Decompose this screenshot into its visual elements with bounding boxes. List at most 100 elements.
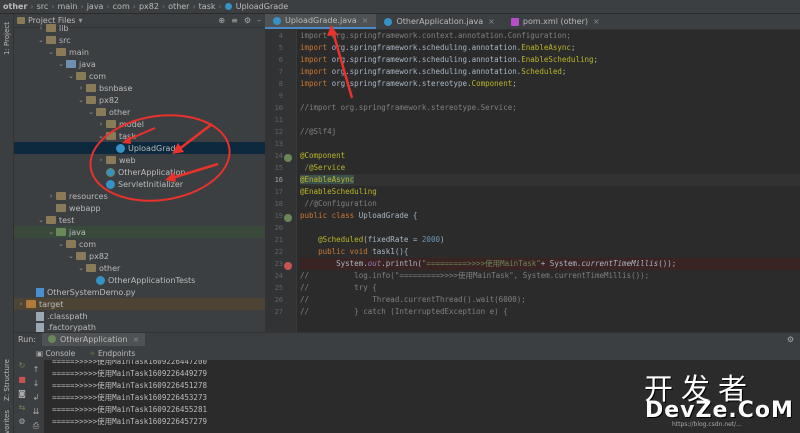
breadcrumb-item[interactable]: task <box>199 2 216 11</box>
code-line: @Scheduled(fixedRate = 2000) <box>300 234 800 246</box>
expand-arrow-icon[interactable]: › <box>96 156 106 164</box>
tree-node-java[interactable]: ⌄ java <box>14 226 265 238</box>
expand-arrow-icon[interactable]: › <box>76 84 86 92</box>
spring-bean-icon[interactable] <box>284 214 292 222</box>
up-icon[interactable]: ↑ <box>32 366 40 374</box>
tree-node-label: web <box>119 155 136 165</box>
wrap-icon[interactable]: ↲ <box>32 394 40 402</box>
breadcrumb-item[interactable]: other <box>168 2 189 11</box>
breadcrumb-item[interactable]: main <box>57 2 77 11</box>
breadcrumb-item[interactable]: other <box>3 2 27 11</box>
close-icon[interactable]: × <box>593 17 600 26</box>
expand-arrow-icon[interactable]: ⌄ <box>46 228 56 236</box>
expand-arrow-icon[interactable]: › <box>36 24 46 32</box>
tree-node-test[interactable]: ⌄ test <box>14 214 265 226</box>
expand-arrow-icon[interactable]: ⌄ <box>36 216 46 224</box>
gear-icon[interactable]: ⚙ <box>787 335 800 344</box>
breadcrumb-item[interactable]: com <box>113 2 130 11</box>
breakpoint-icon[interactable] <box>284 262 292 270</box>
stop-icon[interactable]: ■ <box>18 376 26 384</box>
expand-arrow-icon[interactable]: ⌄ <box>66 72 76 80</box>
close-icon[interactable]: × <box>488 17 495 26</box>
tree-node-web[interactable]: › web <box>14 154 265 166</box>
spring-bean-icon[interactable] <box>284 154 292 162</box>
ide-window: other › src › main › java › com › px82 › other › task ›… <box>0 0 800 433</box>
expand-arrow-icon[interactable]: ⌄ <box>46 48 56 56</box>
tree-node-target[interactable]: › target <box>14 298 265 310</box>
code-line: @EnableAsync <box>300 174 800 186</box>
editor-gutter[interactable]: 4 5 6 7 8 9 10 11 12 13 14 15 16 17 18 19 20 21 22 23 24 25 26… <box>265 30 297 332</box>
expand-arrow-icon[interactable]: › <box>16 300 26 308</box>
tree-node--factorypath[interactable]: .factorypath <box>14 321 265 332</box>
camera-icon[interactable]: ◙ <box>18 390 26 398</box>
code-line: import org.springframework.scheduling.an… <box>300 42 800 54</box>
tree-node-px82[interactable]: ⌄ px82 <box>14 250 265 262</box>
expand-arrow-icon[interactable]: ⌄ <box>76 96 86 104</box>
project-panel: Project Files ▾ ⊕ ≡ ⚙ – › lib ⌄ src ⌄ main ⌄ ja… <box>14 14 265 332</box>
tree-node-otherapplicationtests[interactable]: OtherApplicationTests <box>14 274 265 286</box>
folder-icon <box>56 192 66 200</box>
tab-uploadgrade-java[interactable]: UploadGrade.java × <box>265 14 377 29</box>
tree-node-uploadgrade[interactable]: UploadGrade <box>14 142 265 154</box>
tree-node-com[interactable]: ⌄ com <box>14 70 265 82</box>
tree-node-java[interactable]: ⌄ java <box>14 58 265 70</box>
tree-node-other[interactable]: ⌄ other <box>14 106 265 118</box>
breadcrumb-item[interactable]: px82 <box>139 2 159 11</box>
tree-node-px82[interactable]: ⌄ px82 <box>14 94 265 106</box>
expand-arrow-icon[interactable]: ⌄ <box>56 240 66 248</box>
tree-node-model[interactable]: › model <box>14 118 265 130</box>
code-line: import org.springframework.context.annot… <box>300 30 800 42</box>
run-config-tab[interactable]: OtherApplication × <box>42 332 146 347</box>
tab-label: OtherApplication.java <box>396 17 484 26</box>
tree-node-src[interactable]: ⌄ src <box>14 34 265 46</box>
expand-arrow-icon[interactable]: › <box>46 192 56 200</box>
close-icon[interactable]: × <box>362 16 369 25</box>
down-icon[interactable]: ↓ <box>32 380 40 388</box>
code-token: import <box>300 67 332 76</box>
tree-node-otherapplication[interactable]: OtherApplication <box>14 166 265 178</box>
tree-node-com[interactable]: ⌄ com <box>14 238 265 250</box>
expand-arrow-icon[interactable]: ⌄ <box>96 132 106 140</box>
tree-node-main[interactable]: ⌄ main <box>14 46 265 58</box>
expand-arrow-icon[interactable]: ⌄ <box>76 264 86 272</box>
run-config-name: OtherApplication <box>60 334 128 344</box>
favorites-tool-button[interactable]: Favorites <box>3 410 11 433</box>
tree-node-task[interactable]: ⌄ task <box>14 130 265 142</box>
breadcrumb-item[interactable]: java <box>87 2 104 11</box>
tab-otherapplication-java[interactable]: OtherApplication.java × <box>376 14 502 29</box>
watermark-url: https://blog.csdn.net/... <box>672 421 742 428</box>
structure-tool-button[interactable]: Z: Structure <box>3 359 11 401</box>
tree-node-label: other <box>99 263 121 273</box>
tree-node-other[interactable]: ⌄ other <box>14 262 265 274</box>
line-number: 17 <box>274 188 283 196</box>
tree-node-othersystemdemo-py[interactable]: OtherSystemDemo.py <box>14 286 265 298</box>
expand-arrow-icon[interactable]: ⌄ <box>66 252 76 260</box>
tree-node-webapp[interactable]: webapp <box>14 202 265 214</box>
breadcrumb-item[interactable]: src <box>37 2 49 11</box>
tree-node-lib[interactable]: › lib <box>14 22 265 34</box>
tab-endpoints[interactable]: ✧ Endpoints <box>89 349 135 358</box>
tab-console[interactable]: ▣ Console <box>36 349 75 358</box>
code-line: System.out.println("=========>>>>使用MainT… <box>300 258 800 270</box>
expand-arrow-icon[interactable]: ⌄ <box>56 60 66 68</box>
expand-arrow-icon[interactable]: › <box>96 120 106 128</box>
close-icon[interactable]: × <box>132 335 139 344</box>
rerun-icon[interactable]: ↻ <box>18 362 26 370</box>
scroll-end-icon[interactable]: ⇊ <box>32 408 40 416</box>
breadcrumb-item[interactable]: UploadGrade <box>236 2 288 11</box>
expand-arrow-icon[interactable]: ⌄ <box>36 36 46 44</box>
code-token: ; <box>561 67 567 76</box>
tree-node-servletinitializer[interactable]: ServletInitializer <box>14 178 265 190</box>
restore-icon[interactable]: ⇆ <box>18 404 26 412</box>
folder-icon <box>56 204 66 212</box>
settings-icon[interactable]: ⚙ <box>18 418 26 426</box>
tab-pom-xml-other-[interactable]: pom.xml (other) × <box>503 14 608 29</box>
expand-arrow-icon[interactable]: ⌄ <box>86 108 96 116</box>
print-icon[interactable]: ⎙ <box>32 422 40 430</box>
folder-icon <box>26 300 36 308</box>
project-tool-button[interactable]: 1: Project <box>3 22 11 55</box>
file-icon <box>36 311 44 321</box>
tree-node-resources[interactable]: › resources <box>14 190 265 202</box>
code-editor[interactable]: import org.springframework.context.annot… <box>298 30 800 332</box>
tree-node-bsnbase[interactable]: › bsnbase <box>14 82 265 94</box>
